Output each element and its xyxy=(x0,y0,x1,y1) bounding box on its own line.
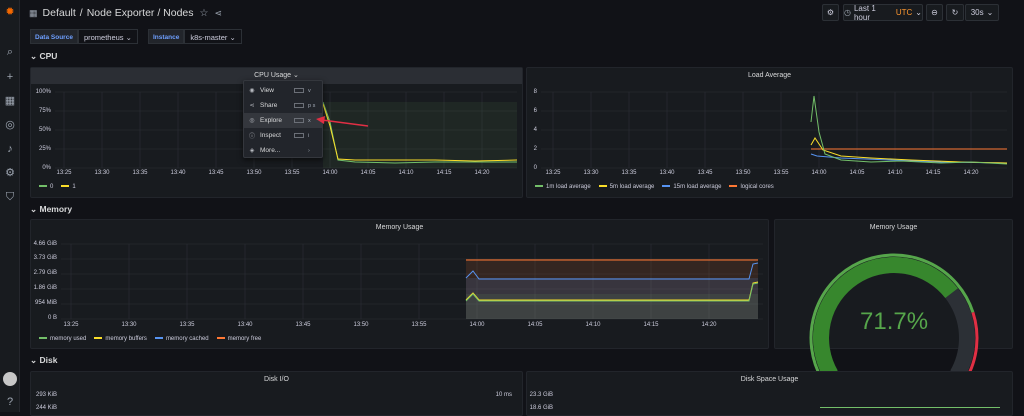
row-title: Memory xyxy=(39,204,73,214)
panel-header[interactable]: Memory Usage xyxy=(31,220,768,236)
legend-item[interactable]: memory buffers xyxy=(94,336,147,342)
x-tick: 13:30 xyxy=(121,322,137,328)
x-tick: 14:10 xyxy=(585,322,601,328)
y-tick: 4 xyxy=(533,127,537,133)
y-tick: 6 xyxy=(533,108,537,114)
x-tick: 13:25 xyxy=(545,170,561,176)
y-tick: 1.86 GiB xyxy=(33,285,57,291)
y-tick: 293 KiB xyxy=(35,392,57,398)
legend-label: 5m load average xyxy=(609,184,655,190)
panel-memory-usage: Memory Usage 4.66 GiB 3.73 GiB 2.79 GiB … xyxy=(30,219,769,349)
y-tick: 23.3 GiB xyxy=(529,392,553,398)
legend-item[interactable]: memory free xyxy=(216,336,262,342)
x-tick: 14:15 xyxy=(925,170,941,176)
y-tick: 18.6 GiB xyxy=(529,405,553,411)
x-tick: 14:15 xyxy=(643,322,659,328)
panel-disk-space: Disk Space Usage 23.3 GiB 18.6 GiB xyxy=(526,371,1013,416)
red-arrow-annotation xyxy=(316,116,369,127)
legend-label: memory cached xyxy=(165,336,209,342)
legend-item[interactable]: memory cached xyxy=(154,336,209,342)
x-tick: 14:10 xyxy=(887,170,903,176)
x-tick: 14:20 xyxy=(963,170,979,176)
x-tick: 14:05 xyxy=(527,322,543,328)
legend-item[interactable]: 15m load average xyxy=(662,184,721,190)
gauge-value: 71.7% xyxy=(860,308,929,335)
row-memory[interactable]: ⌄ Memory xyxy=(30,204,72,215)
panel-disk-io: Disk I/O 293 KiB 244 KiB 10 ms xyxy=(30,371,523,416)
panel-memory-gauge: Memory Usage 71.7% xyxy=(774,219,1013,381)
x-tick: 13:25 xyxy=(63,322,79,328)
legend-label: 1m load average xyxy=(546,184,591,190)
legend-label: memory free xyxy=(227,336,262,342)
legend-item[interactable]: logical cores xyxy=(729,184,774,190)
x-tick: 13:40 xyxy=(659,170,675,176)
x-tick: 13:30 xyxy=(583,170,599,176)
x-tick: 14:00 xyxy=(811,170,827,176)
disk-space-series xyxy=(820,407,1000,408)
row-title: Disk xyxy=(39,355,58,365)
legend-item[interactable]: memory used xyxy=(39,336,86,342)
x-tick: 13:55 xyxy=(411,322,427,328)
panel-title: Disk Space Usage xyxy=(740,376,799,383)
x-tick: 14:20 xyxy=(701,322,717,328)
panel-load-average: Load Average 8 6 4 2 0 13:25 13:30 13:35… xyxy=(526,67,1013,198)
memory-usage-plot xyxy=(61,243,763,320)
x-tick: 13:55 xyxy=(773,170,789,176)
y-tick-right: 10 ms xyxy=(495,392,512,398)
y-tick: 8 xyxy=(533,89,537,95)
x-tick: 13:40 xyxy=(237,322,253,328)
x-tick: 13:45 xyxy=(697,170,713,176)
x-tick: 14:05 xyxy=(849,170,865,176)
panel-title: Disk I/O xyxy=(264,376,289,383)
x-tick: 14:00 xyxy=(469,322,485,328)
legend-label: logical cores xyxy=(740,184,774,190)
panel-header[interactable]: Disk I/O xyxy=(31,372,522,388)
row-disk[interactable]: ⌄ Disk xyxy=(30,355,57,366)
load-average-legend: 1m load average 5m load average 15m load… xyxy=(535,184,774,190)
x-tick: 13:35 xyxy=(621,170,637,176)
y-tick: 2.79 GiB xyxy=(33,270,57,276)
y-tick: 3.73 GiB xyxy=(33,255,57,261)
x-tick: 13:35 xyxy=(179,322,195,328)
y-tick: 4.66 GiB xyxy=(33,241,57,247)
panel-header[interactable]: Disk Space Usage xyxy=(527,372,1012,388)
panel-title: Load Average xyxy=(747,72,792,79)
y-tick: 0 xyxy=(533,165,537,171)
x-tick: 13:50 xyxy=(353,322,369,328)
y-tick: 0 B xyxy=(47,315,57,321)
legend-item[interactable]: 1m load average xyxy=(535,184,591,190)
legend-label: 15m load average xyxy=(673,184,722,190)
y-tick: 954 MiB xyxy=(34,300,57,306)
y-tick: 2 xyxy=(533,146,537,152)
load-average-plot xyxy=(541,91,1008,169)
x-tick: 13:50 xyxy=(735,170,751,176)
panel-header[interactable]: Load Average xyxy=(527,68,1012,84)
legend-label: memory used xyxy=(50,336,87,342)
x-tick: 13:45 xyxy=(295,322,311,328)
memory-legend: memory used memory buffers memory cached… xyxy=(39,336,261,342)
panel-title: Memory Usage xyxy=(375,224,424,231)
legend-label: memory buffers xyxy=(105,336,147,342)
legend-item[interactable]: 5m load average xyxy=(598,184,655,190)
y-tick: 244 KiB xyxy=(35,405,57,411)
